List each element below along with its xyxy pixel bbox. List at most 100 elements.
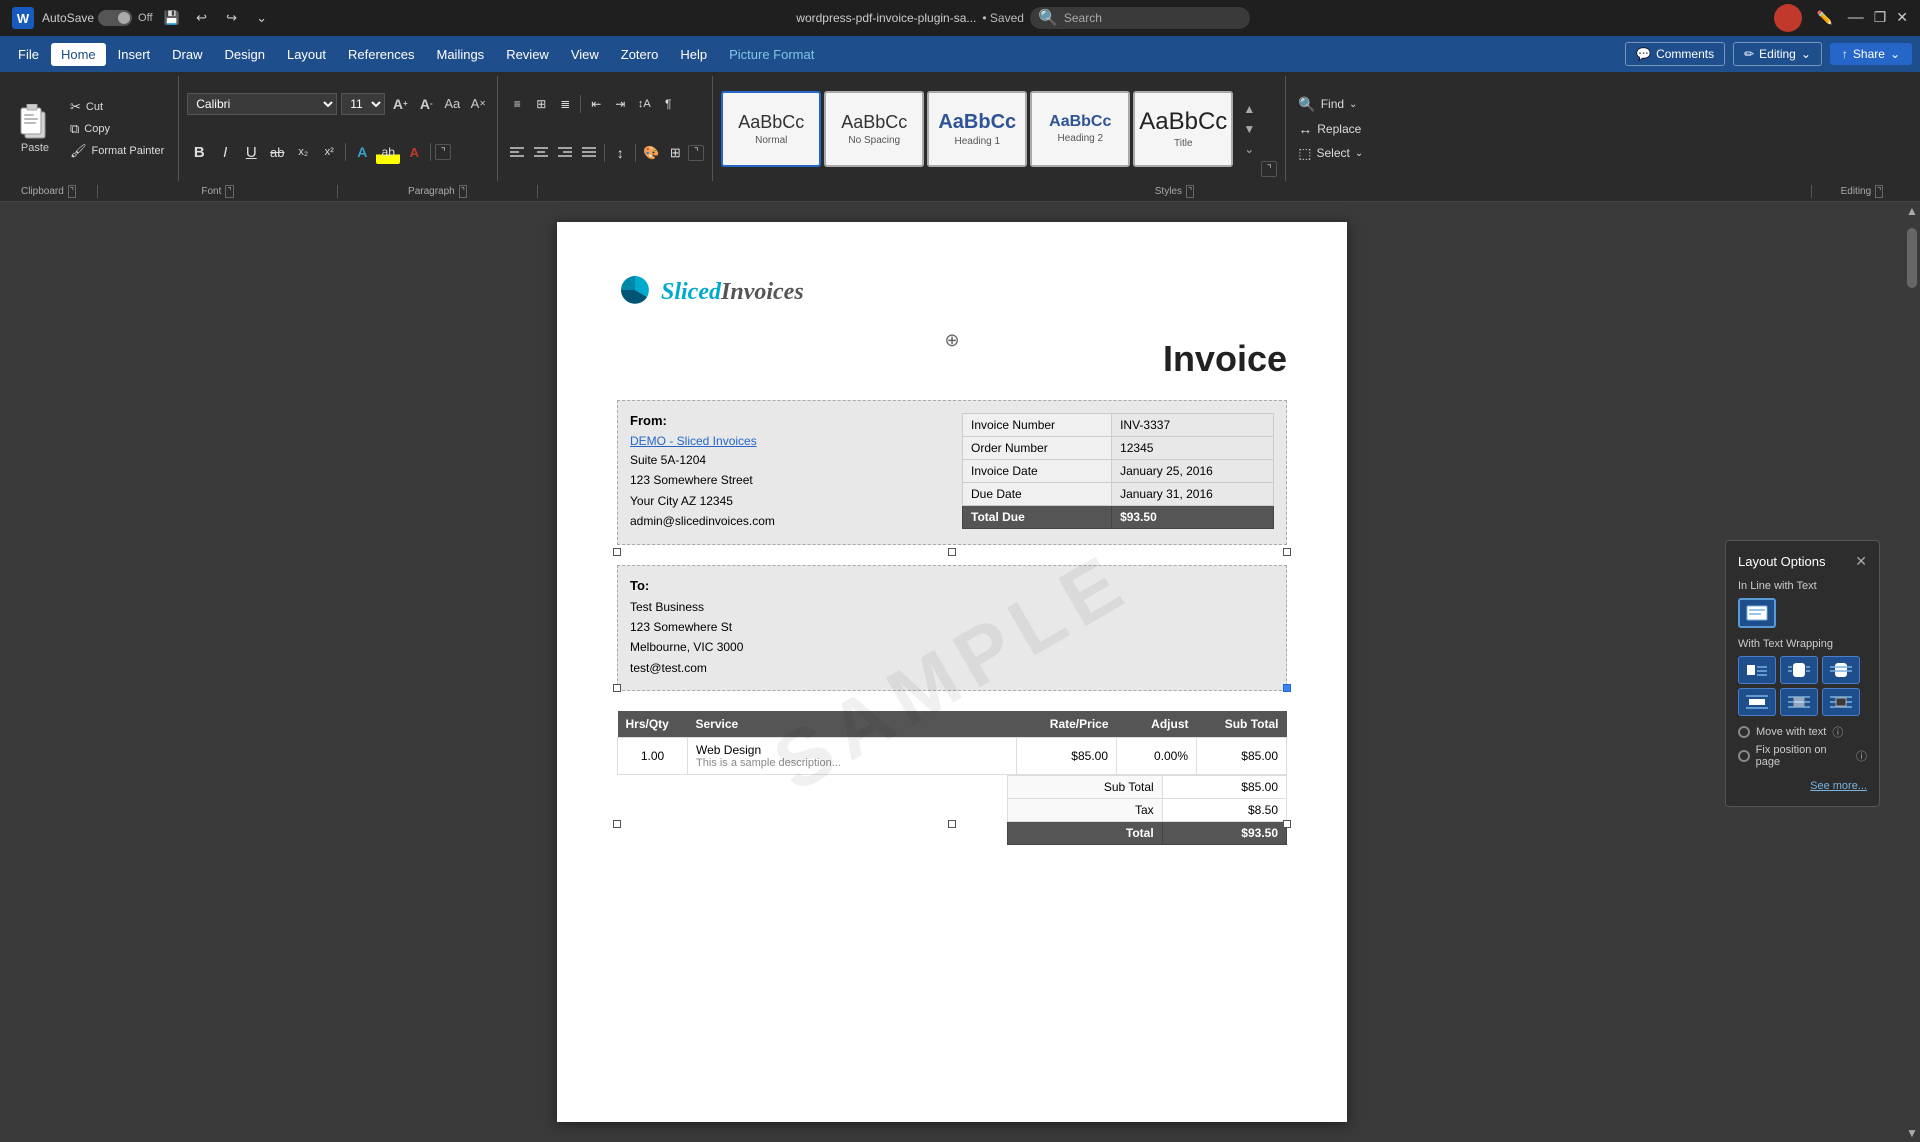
bold-button[interactable]: B [187,140,211,164]
move-with-text-radio[interactable] [1738,726,1750,738]
font-name-select[interactable]: Calibri [187,93,337,115]
shading-button[interactable]: 🎨 [640,142,662,164]
style-title-label: Title [1174,138,1193,149]
style-normal[interactable]: AaBbCc Normal [721,91,821,167]
numbering-button[interactable]: ⊞ [530,93,552,115]
see-more-button[interactable]: See more... [1810,780,1867,792]
styles-expand-icon2[interactable]: ⌝ [1186,185,1194,198]
fix-position-info-icon[interactable]: ⓘ [1856,748,1867,764]
sort-button[interactable]: ↕A [633,93,655,115]
superscript-button[interactable]: x² [317,140,341,164]
styles-expand-button[interactable]: ⌝ [1261,161,1277,177]
menu-item-mailings[interactable]: Mailings [427,43,495,66]
editing-mode-button[interactable]: ✏ Editing ⌄ [1733,42,1822,66]
menu-item-layout[interactable]: Layout [277,43,336,66]
styles-more-button[interactable]: ⌄ [1241,141,1257,157]
bullets-button[interactable]: ≡ [506,93,528,115]
menu-item-zotero[interactable]: Zotero [611,43,669,66]
style-heading1[interactable]: AaBbCc Heading 1 [927,91,1027,167]
customize-qat-button[interactable]: ⌄ [251,7,273,29]
find-button[interactable]: 🔍 Find ⌄ [1294,94,1367,115]
highlight-button[interactable]: ab [376,140,400,164]
strikethrough-button[interactable]: ab [265,140,289,164]
copy-button[interactable]: ⧉ Copy [66,119,168,139]
font-shrink-button[interactable]: A- [415,93,437,115]
font-color-button[interactable]: A [402,140,426,164]
italic-button[interactable]: I [213,140,237,164]
wrap-square-button[interactable] [1738,656,1776,684]
menu-item-insert[interactable]: Insert [108,43,161,66]
menu-item-review[interactable]: Review [496,43,559,66]
align-left-button[interactable] [506,142,528,164]
styles-scroll-up[interactable]: ▲ [1241,101,1257,117]
font-size-select[interactable]: 11 [341,93,385,115]
format-painter-button[interactable]: 🖌 Format Painter [66,141,168,161]
menu-item-home[interactable]: Home [51,43,106,66]
scrollbar[interactable]: ▲ ▼ [1904,202,1920,1142]
scroll-down-button[interactable]: ▼ [1906,1126,1918,1140]
show-formatting-button[interactable]: ¶ [657,93,679,115]
wrap-infront-button[interactable] [1822,688,1860,716]
align-center-button[interactable] [530,142,552,164]
align-right-button[interactable] [554,142,576,164]
justify-button[interactable] [578,142,600,164]
select-button[interactable]: ⬚ Select ⌄ [1294,143,1367,164]
scrollbar-thumb[interactable] [1907,228,1917,288]
document-page[interactable]: Sample SlicedInvoices ⊕ Invoice [557,222,1347,1122]
fix-position-radio[interactable] [1738,750,1750,762]
wrap-tight-button[interactable] [1780,656,1818,684]
find-icon: 🔍 [1298,96,1315,113]
wrap-behind-button[interactable] [1780,688,1818,716]
menu-item-help[interactable]: Help [670,43,717,66]
close-button[interactable]: ✕ [1896,10,1908,26]
rotate-handle[interactable]: ⊕ [944,330,959,351]
inline-text-button[interactable] [1738,598,1776,628]
redo-button[interactable]: ↪ [221,7,243,29]
wrap-top-bottom-button[interactable] [1738,688,1776,716]
search-bar[interactable]: 🔍 Search [1030,7,1250,29]
undo-button[interactable]: ↩ [191,7,213,29]
company-name-link[interactable]: DEMO - Sliced Invoices [630,434,942,448]
editing-expand-icon[interactable]: ⌝ [1875,185,1883,198]
multilevel-button[interactable]: ≣ [554,93,576,115]
autosave-toggle[interactable] [98,10,132,26]
clipboard-expand-icon[interactable]: ⌝ [68,185,76,198]
restore-button[interactable]: ❐ [1874,10,1887,26]
clear-formatting-button[interactable]: A✕ [467,93,489,115]
font-grow-button[interactable]: A+ [389,93,411,115]
para-expand-icon[interactable]: ⌝ [459,185,467,198]
paste-button[interactable]: Paste [10,100,60,158]
change-case-button[interactable]: Aa [441,93,463,115]
subscript-button[interactable]: x₂ [291,140,315,164]
style-no-spacing[interactable]: AaBbCc No Spacing [824,91,924,167]
decrease-indent-button[interactable]: ⇤ [585,93,607,115]
share-button[interactable]: ↑ Share ⌄ [1830,43,1912,65]
menu-item-design[interactable]: Design [215,43,275,66]
wrap-through-button[interactable] [1822,656,1860,684]
menu-item-draw[interactable]: Draw [162,43,212,66]
ribbon-icon[interactable]: ✏️ [1814,7,1836,29]
styles-scroll-down[interactable]: ▼ [1241,121,1257,137]
paragraph-expand-button[interactable]: ⌝ [688,145,704,161]
menu-item-file[interactable]: File [8,43,49,66]
borders-button[interactable]: ⊞ [664,142,686,164]
increase-indent-button[interactable]: ⇥ [609,93,631,115]
style-heading2[interactable]: AaBbCc Heading 2 [1030,91,1130,167]
move-with-text-info-icon[interactable]: ⓘ [1832,724,1843,740]
font-expand-button[interactable]: ⌝ [435,144,451,160]
replace-button[interactable]: ↔ Replace [1294,119,1367,139]
layout-close-button[interactable]: ✕ [1855,553,1867,570]
minimize-button[interactable]: — [1848,10,1864,26]
comments-button[interactable]: 💬 Comments [1625,42,1725,66]
underline-button[interactable]: U [239,140,263,164]
menu-item-references[interactable]: References [338,43,424,66]
save-icon[interactable]: 💾 [161,7,183,29]
style-title[interactable]: AaBbCc Title [1133,91,1233,167]
text-effects-button[interactable]: A [350,140,374,164]
cut-button[interactable]: ✂ Cut [66,97,168,117]
menu-item-picture-format[interactable]: Picture Format [719,43,824,66]
scroll-up-button[interactable]: ▲ [1906,204,1918,218]
line-spacing-button[interactable]: ↕ [609,142,631,164]
font-expand-icon[interactable]: ⌝ [225,185,233,198]
menu-item-view[interactable]: View [561,43,609,66]
